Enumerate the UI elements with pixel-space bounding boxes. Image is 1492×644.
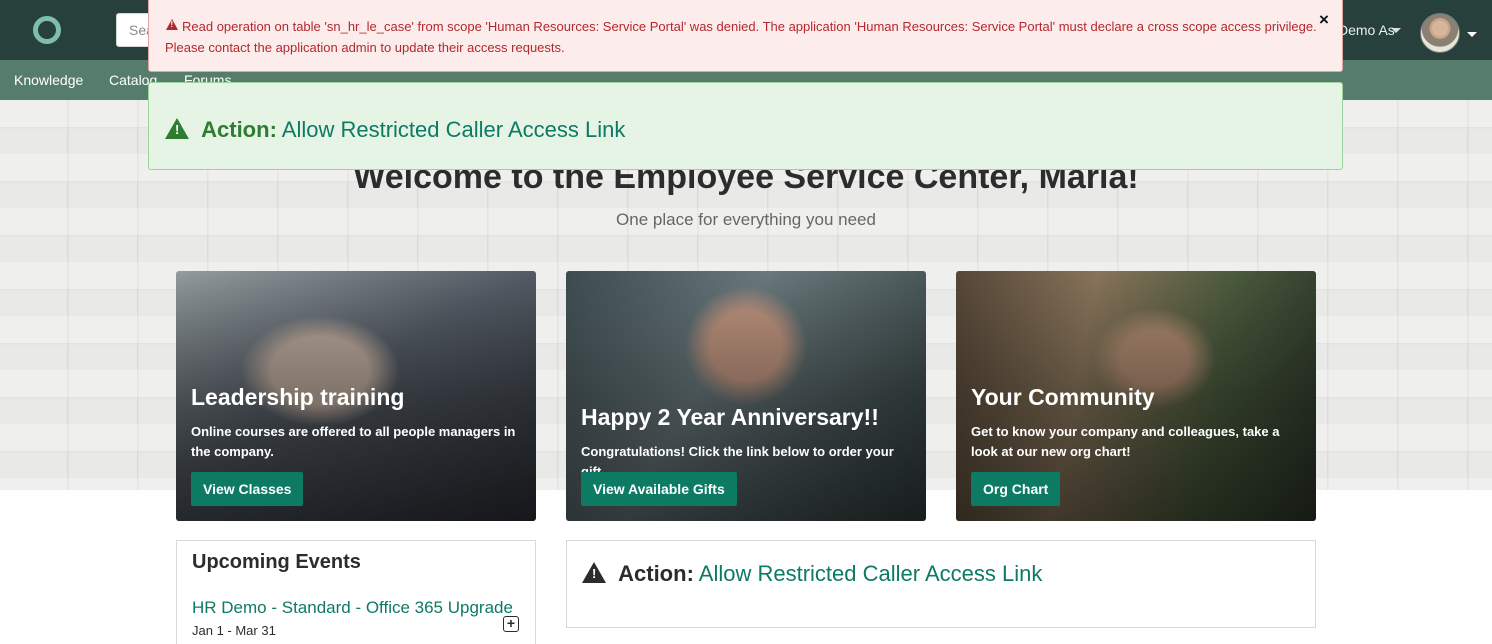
event-link[interactable]: HR Demo - Standard - Office 365 Upgrade — [192, 598, 513, 618]
event-date: Jan 1 - Mar 31 — [192, 623, 276, 638]
action-prefix: Action: — [618, 561, 694, 586]
action-line: ! Action: Allow Restricted Caller Access… — [582, 561, 1042, 587]
card-title: Your Community — [971, 384, 1155, 410]
avatar[interactable] — [1420, 13, 1460, 53]
page-subtitle: One place for everything you need — [616, 210, 876, 229]
portal-logo-icon[interactable] — [33, 16, 61, 44]
error-message: Read operation on table 'sn_hr_le_case' … — [165, 19, 1317, 55]
action-alert: ! Action: Allow Restricted Caller Access… — [148, 82, 1343, 170]
impersonate-menu[interactable]: Demo As — [1338, 22, 1395, 38]
card-description: Online courses are offered to all people… — [191, 424, 516, 459]
action-panel: ! Action: Allow Restricted Caller Access… — [566, 540, 1316, 628]
events-heading: Upcoming Events — [192, 551, 361, 573]
view-classes-button[interactable]: View Classes — [191, 472, 304, 506]
view-available-gifts-button[interactable]: View Available Gifts — [581, 472, 737, 506]
add-to-calendar-icon[interactable]: + — [503, 616, 519, 632]
warning-icon: ! — [165, 118, 189, 139]
allow-access-link[interactable]: Allow Restricted Caller Access Link — [699, 561, 1043, 586]
org-chart-button[interactable]: Org Chart — [971, 472, 1061, 506]
allow-access-link[interactable]: Allow Restricted Caller Access Link — [282, 117, 626, 142]
card-title: Happy 2 Year Anniversary!! — [581, 404, 879, 430]
upcoming-events-panel: Upcoming Events HR Demo - Standard - Off… — [176, 540, 536, 644]
chevron-down-icon[interactable] — [1467, 32, 1477, 37]
action-line: ! Action: Allow Restricted Caller Access… — [165, 117, 625, 143]
card-description: Get to know your company and colleagues,… — [971, 424, 1280, 459]
nav-item-knowledge[interactable]: Knowledge — [14, 72, 83, 88]
promo-card-community: Your Community Get to know your company … — [956, 271, 1316, 521]
chevron-down-icon[interactable] — [1391, 28, 1401, 33]
promo-card-leadership: Leadership training Online courses are o… — [176, 271, 536, 521]
close-icon[interactable]: × — [1319, 10, 1329, 30]
card-title: Leadership training — [191, 384, 405, 410]
error-alert: ! Read operation on table 'sn_hr_le_case… — [148, 0, 1343, 72]
promo-card-anniversary: Happy 2 Year Anniversary!! Congratulatio… — [566, 271, 926, 521]
warning-icon: ! — [582, 562, 606, 583]
action-prefix: Action: — [201, 117, 277, 142]
